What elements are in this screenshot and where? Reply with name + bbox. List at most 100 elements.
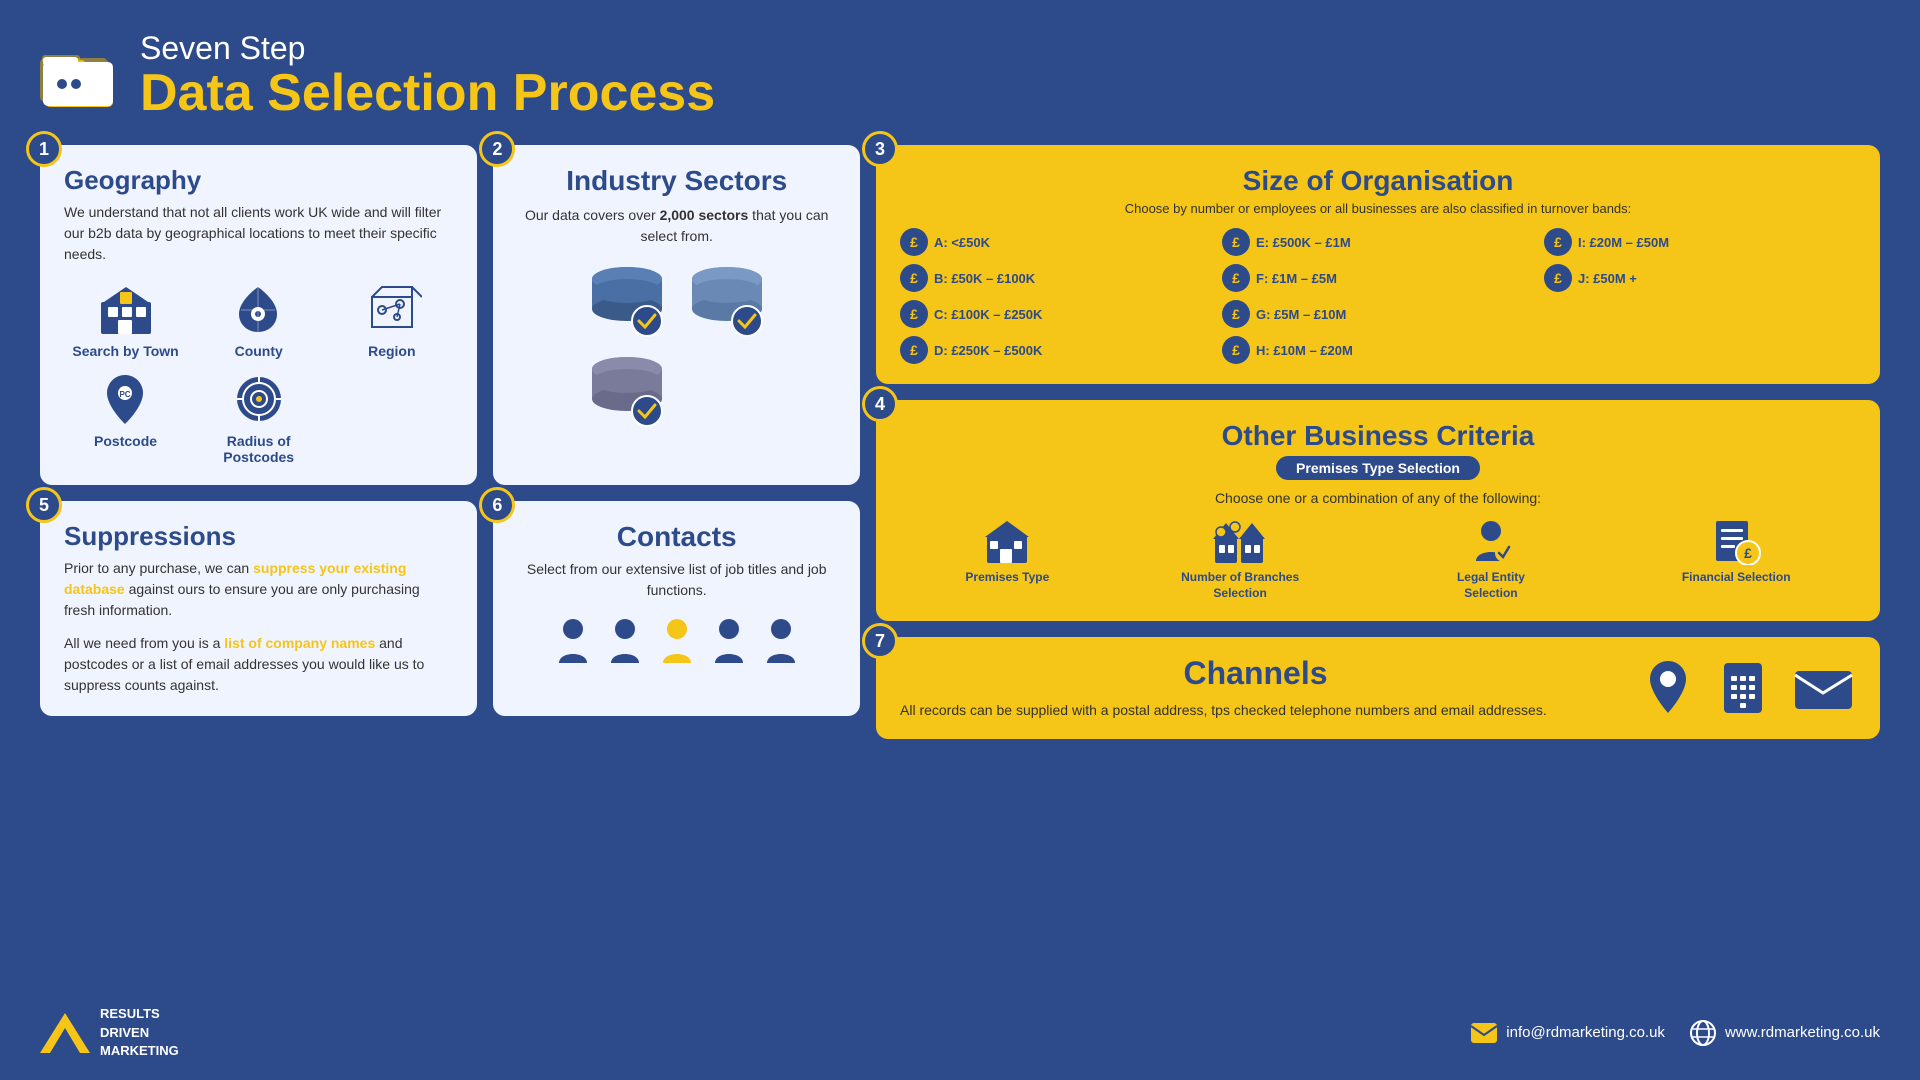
channels-inner: Channels All records can be supplied wit… — [900, 655, 1856, 721]
person-icon-3 — [658, 615, 696, 665]
left-column: 1 Geography We understand that not all c… — [40, 145, 860, 983]
person-icon-5 — [762, 615, 800, 665]
footer-email-icon — [1470, 1022, 1498, 1044]
financial-label: Financial Selection — [1682, 570, 1791, 586]
premises-type-label: Premises Type — [965, 570, 1049, 586]
step1-geography-card: 1 Geography We understand that not all c… — [40, 145, 477, 485]
industry-inner: Industry Sectors Our data covers over 2,… — [517, 165, 836, 431]
step2-badge: 2 — [479, 131, 515, 167]
db-icon-1 — [582, 261, 672, 341]
size-bands-grid: £ A: <£50K £ E: £500K – £1M £ I: £20M – … — [900, 228, 1856, 364]
header-title: Data Selection Process — [140, 67, 715, 119]
rdm-logo-icon — [40, 1013, 90, 1053]
top-row: 1 Geography We understand that not all c… — [40, 145, 860, 485]
county-label: County — [235, 343, 283, 359]
radius-icon — [224, 369, 294, 429]
step6-contacts-card: 6 Contacts Select from our extensive lis… — [493, 501, 860, 716]
band-A: £ A: <£50K — [900, 228, 1212, 256]
obc-financial: £ Financial Selection — [1682, 516, 1791, 586]
pound-icon-B: £ — [900, 264, 928, 292]
pound-icon-F: £ — [1222, 264, 1250, 292]
step5-suppressions-card: 5 Suppressions Prior to any purchase, we… — [40, 501, 477, 716]
step3-badge: 3 — [862, 131, 898, 167]
step1-description: We understand that not all clients work … — [64, 202, 453, 265]
obc-premises-type: Premises Type — [965, 516, 1049, 586]
step1-badge: 1 — [26, 131, 62, 167]
band-F-label: F: £1M – £5M — [1256, 271, 1337, 286]
email-envelope-icon — [1791, 661, 1856, 716]
pound-icon-G: £ — [1222, 300, 1250, 328]
step6-badge: 6 — [479, 487, 515, 523]
pound-icon-D: £ — [900, 336, 928, 364]
header: Seven Step Data Selection Process — [40, 30, 1880, 129]
geo-icon-town: Search by Town — [64, 279, 187, 359]
band-B-label: B: £50K – £100K — [934, 271, 1035, 286]
contact-person-icons — [517, 615, 836, 665]
band-A-label: A: <£50K — [934, 235, 990, 250]
step7-title: Channels — [900, 655, 1611, 692]
step5-badge: 5 — [26, 487, 62, 523]
step3-size-card: 3 Size of Organisation Choose by number … — [876, 145, 1880, 384]
county-icon — [224, 279, 294, 339]
obc-icons-row: Premises Type — [900, 516, 1856, 601]
db-icons-grid — [582, 261, 772, 431]
step4-subtitle: Choose one or a combination of any of th… — [900, 490, 1856, 506]
band-C-label: C: £100K – £250K — [934, 307, 1042, 322]
content-area: 1 Geography We understand that not all c… — [40, 145, 1880, 983]
person-icon-4 — [710, 615, 748, 665]
step7-description: All records can be supplied with a posta… — [900, 700, 1611, 721]
location-pin-icon — [1641, 658, 1696, 718]
footer-email: info@rdmarketing.co.uk — [1506, 1024, 1665, 1041]
svg-text:PC: PC — [120, 390, 131, 399]
branches-label: Number of Branches Selection — [1180, 570, 1300, 601]
postcode-label: Postcode — [94, 433, 157, 449]
step7-badge: 7 — [862, 623, 898, 659]
region-icon — [357, 279, 427, 339]
pound-icon-I: £ — [1544, 228, 1572, 256]
geo-icon-county: County — [197, 279, 320, 359]
pound-icon-E: £ — [1222, 228, 1250, 256]
town-label: Search by Town — [72, 343, 178, 359]
radius-label: Radius of Postcodes — [197, 433, 320, 465]
db-icon-3 — [582, 351, 672, 431]
band-B: £ B: £50K – £100K — [900, 264, 1212, 292]
contacts-inner: Contacts Select from our extensive list … — [517, 521, 836, 665]
band-F: £ F: £1M – £5M — [1222, 264, 1534, 292]
header-subtitle: Seven Step — [140, 30, 715, 67]
geo-icon-region: Region — [330, 279, 453, 359]
footer-contact: info@rdmarketing.co.uk www.rdmarketing.c… — [1470, 1019, 1880, 1047]
step4-obc-card: 4 Other Business Criteria Premises Type … — [876, 400, 1880, 621]
band-I: £ I: £20M – £50M — [1544, 228, 1856, 256]
postcode-icon: PC — [91, 369, 161, 429]
band-D: £ D: £250K – £500K — [900, 336, 1212, 364]
pound-icon-J: £ — [1544, 264, 1572, 292]
band-G: £ G: £5M – £10M — [1222, 300, 1534, 328]
geo-icon-postcode: PC Postcode — [64, 369, 187, 465]
channels-text-area: Channels All records can be supplied wit… — [900, 655, 1611, 721]
main-container: Seven Step Data Selection Process 1 Geog… — [0, 0, 1920, 1080]
band-J: £ J: £50M + — [1544, 264, 1856, 292]
step2-title: Industry Sectors — [566, 165, 787, 197]
pound-icon-C: £ — [900, 300, 928, 328]
person-icon-2 — [606, 615, 644, 665]
legal-entity-label: Legal Entity Selection — [1431, 570, 1551, 601]
footer-globe-icon — [1689, 1019, 1717, 1047]
header-text: Seven Step Data Selection Process — [140, 30, 715, 119]
band-C: £ C: £100K – £250K — [900, 300, 1212, 328]
geo-icon-radius: Radius of Postcodes — [197, 369, 320, 465]
step5-title: Suppressions — [64, 521, 453, 552]
premises-badge: Premises Type Selection — [1276, 456, 1480, 480]
pound-icon-A: £ — [900, 228, 928, 256]
band-H: £ H: £10M – £20M — [1222, 336, 1534, 364]
band-G-label: G: £5M – £10M — [1256, 307, 1346, 322]
person-icon-1 — [554, 615, 592, 665]
step2-industry-card: 2 Industry Sectors Our data covers over … — [493, 145, 860, 485]
svg-text:£: £ — [1744, 545, 1752, 561]
region-label: Region — [368, 343, 415, 359]
footer-website: www.rdmarketing.co.uk — [1725, 1024, 1880, 1041]
branches-icon — [1213, 516, 1268, 566]
step6-description: Select from our extensive list of job ti… — [517, 559, 836, 601]
step3-title: Size of Organisation — [900, 165, 1856, 197]
band-E-label: E: £500K – £1M — [1256, 235, 1351, 250]
band-D-label: D: £250K – £500K — [934, 343, 1042, 358]
